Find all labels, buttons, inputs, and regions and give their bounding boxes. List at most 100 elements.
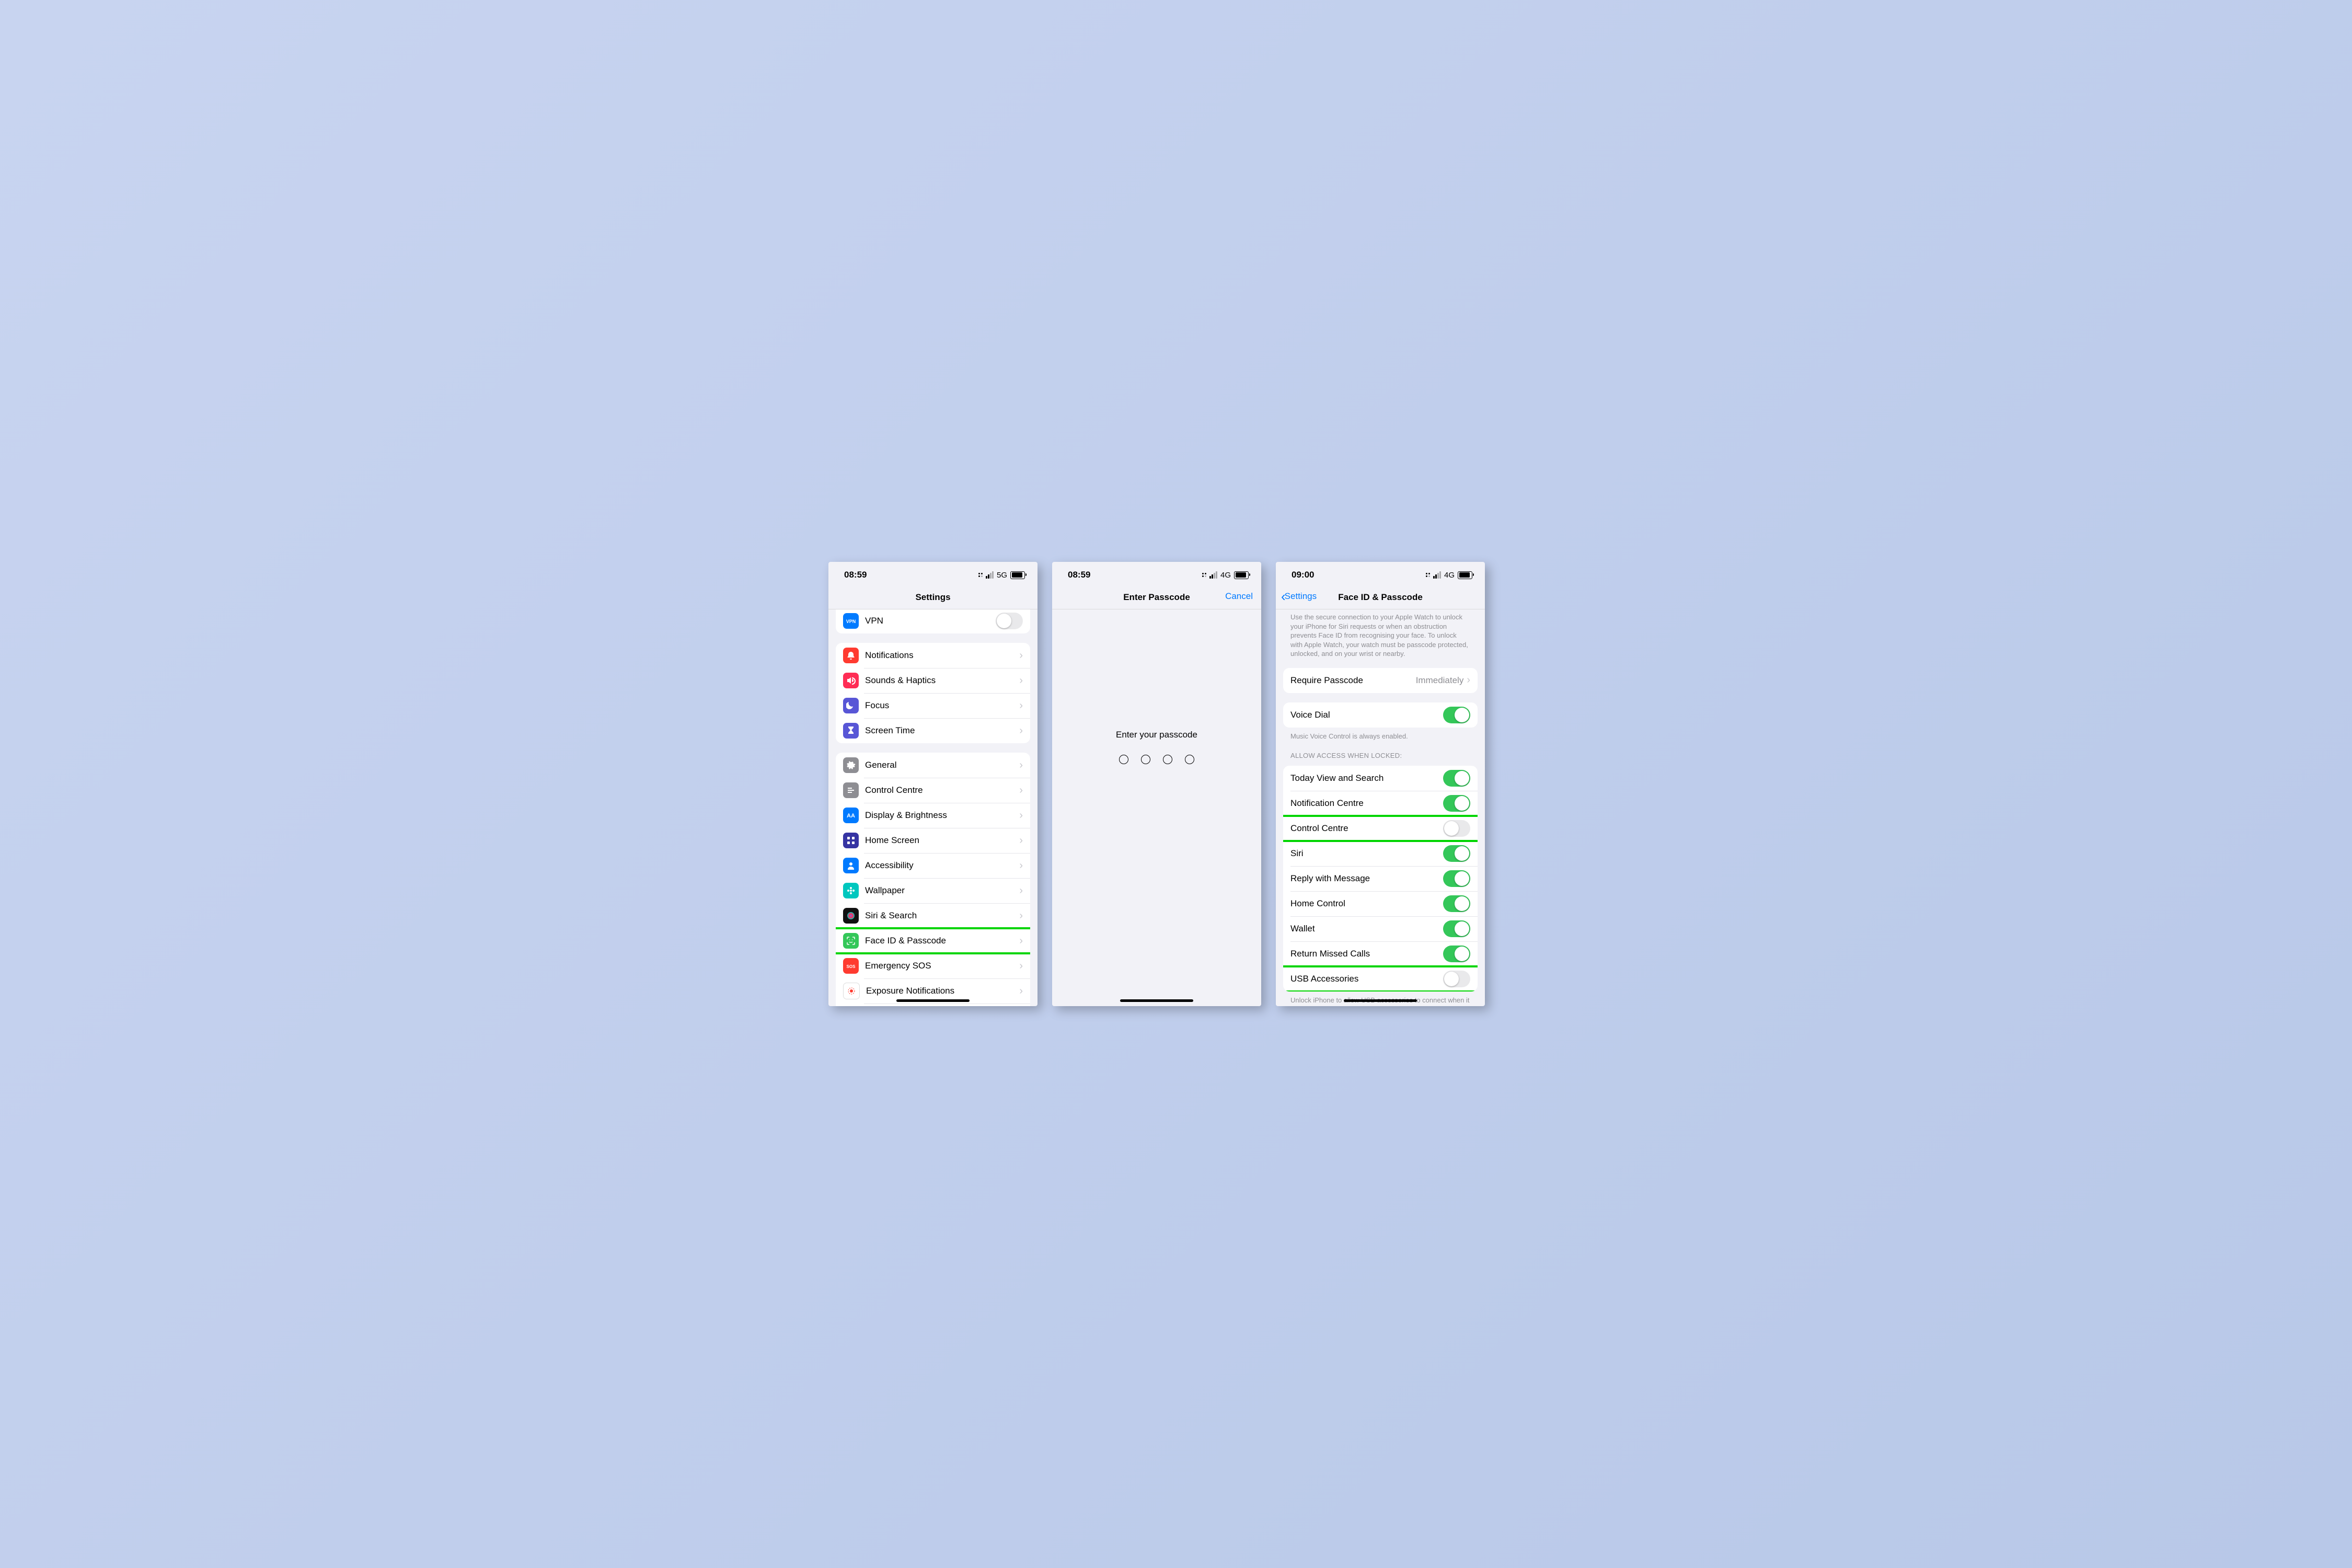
network-label: 4G	[1444, 571, 1455, 580]
nav-bar: ‹Settings Face ID & Passcode	[1276, 588, 1485, 609]
locked-access-row[interactable]: Return Missed Calls	[1283, 941, 1478, 966]
chevron-right-icon: ›	[1467, 674, 1470, 686]
status-time: 08:59	[844, 570, 867, 580]
faceid-list[interactable]: Use the secure connection to your Apple …	[1276, 609, 1485, 1006]
toggle[interactable]	[1443, 895, 1470, 912]
locked-access-row[interactable]: Reply with Message	[1283, 866, 1478, 891]
toggle[interactable]	[1443, 920, 1470, 937]
locked-access-row[interactable]: Today View and Search	[1283, 766, 1478, 791]
row-label: Screen Time	[865, 725, 1019, 736]
gear-icon	[843, 757, 859, 773]
dual-sim-icon	[1426, 573, 1430, 577]
vpn-toggle[interactable]	[996, 613, 1023, 629]
toggle[interactable]	[1443, 971, 1470, 987]
toggle[interactable]	[1443, 845, 1470, 862]
toggle[interactable]	[1443, 770, 1470, 787]
watch-description: Use the secure connection to your Apple …	[1276, 609, 1485, 659]
settings-row[interactable]: Wallpaper›	[836, 878, 1030, 903]
row-label: Siri & Search	[865, 910, 1019, 921]
status-bar: 08:59 4G	[1052, 562, 1261, 588]
row-label: Sounds & Haptics	[865, 675, 1019, 686]
row-label: Control Centre	[1290, 823, 1443, 834]
settings-row[interactable]: AADisplay & Brightness›	[836, 803, 1030, 828]
back-button[interactable]: ‹Settings	[1281, 591, 1317, 602]
settings-row[interactable]: Control Centre›	[836, 778, 1030, 803]
toggle[interactable]	[1443, 870, 1470, 887]
settings-list[interactable]: VPNVPNNotifications›Sounds & Haptics›Foc…	[828, 609, 1037, 1006]
home-indicator[interactable]	[1120, 999, 1193, 1002]
row-label: Notifications	[865, 650, 1019, 661]
row-label: Notification Centre	[1290, 798, 1443, 809]
nav-title: Enter Passcode	[1123, 592, 1190, 602]
locked-access-row[interactable]: Notification Centre	[1283, 791, 1478, 816]
passcode-prompt: Enter your passcode	[1116, 730, 1197, 740]
toggle[interactable]	[1443, 946, 1470, 962]
toggle[interactable]	[1443, 795, 1470, 812]
voice-dial-row[interactable]: Voice Dial	[1283, 702, 1478, 728]
settings-row[interactable]: Focus›	[836, 693, 1030, 718]
sliders-icon	[843, 782, 859, 798]
settings-row[interactable]: SOSEmergency SOS›	[836, 953, 1030, 978]
dual-sim-icon	[1202, 573, 1206, 577]
sos-icon: SOS	[843, 958, 859, 974]
home-indicator[interactable]	[1344, 999, 1417, 1002]
speaker-icon	[843, 673, 859, 688]
svg-text:VPN: VPN	[846, 619, 856, 624]
screen-passcode: 08:59 4G Enter Passcode Cancel Enter you…	[1052, 562, 1261, 1006]
settings-row[interactable]: Siri & Search›	[836, 903, 1030, 928]
chevron-right-icon: ›	[1019, 910, 1023, 922]
row-label: VPN	[865, 616, 996, 626]
signal-icon	[1433, 571, 1441, 579]
row-label: Today View and Search	[1290, 773, 1443, 783]
settings-row[interactable]: Battery›	[836, 1004, 1030, 1006]
vpn-icon: VPN	[843, 613, 859, 629]
person-icon	[843, 858, 859, 873]
svg-text:SOS: SOS	[847, 964, 856, 969]
faceid-icon	[843, 933, 859, 949]
chevron-right-icon: ›	[1019, 835, 1023, 847]
locked-access-row[interactable]: Siri	[1283, 841, 1478, 866]
row-label: Reply with Message	[1290, 873, 1443, 884]
siri-icon	[843, 908, 859, 924]
signal-icon	[986, 571, 994, 579]
settings-row[interactable]: Screen Time›	[836, 718, 1030, 743]
screen-faceid: 09:00 4G ‹Settings Face ID & Passcode Us…	[1276, 562, 1485, 1006]
passcode-dot	[1141, 755, 1150, 764]
locked-access-row[interactable]: Wallet	[1283, 916, 1478, 941]
settings-row[interactable]: General›	[836, 753, 1030, 778]
voice-caption: Music Voice Control is always enabled.	[1276, 728, 1485, 741]
settings-row[interactable]: Home Screen›	[836, 828, 1030, 853]
settings-row[interactable]: Sounds & Haptics›	[836, 668, 1030, 693]
signal-icon	[1209, 571, 1217, 579]
passcode-dot	[1119, 755, 1128, 764]
aa-icon: AA	[843, 808, 859, 823]
settings-row[interactable]: Accessibility›	[836, 853, 1030, 878]
battery-icon	[1010, 571, 1025, 579]
passcode-dots	[1119, 755, 1194, 764]
cancel-button[interactable]: Cancel	[1225, 591, 1253, 602]
nav-title: Face ID & Passcode	[1338, 592, 1423, 602]
home-indicator[interactable]	[896, 999, 970, 1002]
dual-sim-icon	[978, 573, 983, 577]
voice-dial-toggle[interactable]	[1443, 707, 1470, 723]
toggle[interactable]	[1443, 820, 1470, 837]
network-label: 4G	[1220, 571, 1231, 580]
allow-access-header: Allow Access When Locked:	[1276, 741, 1485, 760]
settings-row[interactable]: Notifications›	[836, 643, 1030, 668]
settings-row-vpn[interactable]: VPN VPN	[836, 609, 1030, 633]
locked-access-row[interactable]: USB Accessories	[1283, 966, 1478, 991]
flower-icon	[843, 883, 859, 898]
status-time: 08:59	[1068, 570, 1090, 580]
locked-access-row[interactable]: Home Control	[1283, 891, 1478, 916]
battery-icon	[1234, 571, 1249, 579]
locked-access-row[interactable]: Control Centre	[1283, 816, 1478, 841]
chevron-right-icon: ›	[1019, 785, 1023, 797]
require-passcode-row[interactable]: Require PasscodeImmediately›	[1283, 668, 1478, 693]
status-bar: 09:00 4G	[1276, 562, 1485, 588]
back-label: Settings	[1285, 591, 1317, 602]
settings-row[interactable]: Face ID & Passcode›	[836, 928, 1030, 953]
status-time: 09:00	[1292, 570, 1314, 580]
row-label: Display & Brightness	[865, 810, 1019, 821]
row-label: Require Passcode	[1290, 675, 1416, 686]
chevron-right-icon: ›	[1019, 885, 1023, 897]
